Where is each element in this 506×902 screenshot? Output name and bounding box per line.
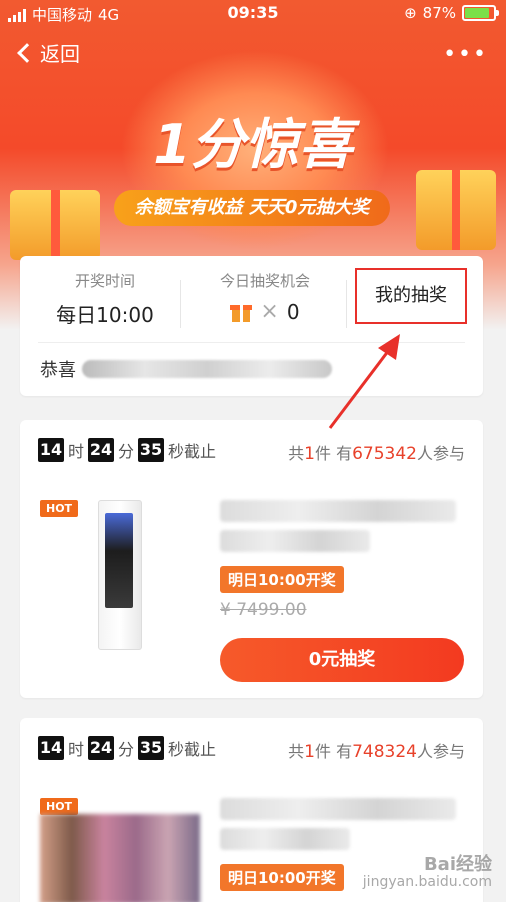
- participant-count: 共1件 有675342人参与: [288, 440, 465, 464]
- blurred-product-title: [220, 828, 350, 850]
- product-card[interactable]: 14 时 24 分 35 秒截止 共1件 有675342人参与 HOT 明日10…: [20, 420, 483, 698]
- countdown-hours: 14: [38, 438, 64, 462]
- seconds-label: 秒截止: [168, 442, 217, 461]
- join-suffix: 人参与: [416, 444, 465, 463]
- total-count: 1: [304, 444, 315, 464]
- countdown-seconds: 35: [138, 438, 165, 462]
- winner-ticker: 恭喜: [40, 356, 332, 382]
- hours-label: 时: [68, 740, 85, 759]
- draw-date-badge: 明日10:00开奖: [220, 566, 344, 593]
- draw-date-badge: 明日10:00开奖: [220, 864, 344, 891]
- product-image[interactable]: [40, 814, 200, 902]
- seconds-label: 秒截止: [168, 740, 217, 759]
- blurred-product-title: [220, 798, 456, 820]
- join-suffix: 人参与: [416, 742, 465, 761]
- countdown-hours: 14: [38, 736, 64, 760]
- back-label: 返回: [40, 42, 80, 66]
- watermark-brand: Bai经验: [423, 853, 492, 875]
- watermark-url: jingyan.baidu.com: [362, 873, 492, 890]
- join-prefix: 有: [336, 444, 353, 463]
- join-prefix: 有: [336, 742, 353, 761]
- chances-value: 0: [286, 299, 300, 324]
- blurred-winner-text: [82, 360, 332, 378]
- countdown-minutes: 24: [88, 438, 115, 462]
- congrats-label: 恭喜: [40, 360, 76, 381]
- original-price: ¥ 7499.00: [220, 600, 307, 620]
- join-count: 675342: [352, 444, 417, 464]
- rotation-lock-icon: ⊕: [404, 4, 417, 22]
- gift-icon: [230, 302, 253, 322]
- hero-title: 1分惊喜: [153, 113, 353, 176]
- draw-time-value: 每日10:00: [56, 303, 154, 327]
- minutes-label: 分: [118, 740, 135, 759]
- product-image[interactable]: [98, 500, 142, 650]
- countdown: 14 时 24 分 35 秒截止: [38, 438, 216, 462]
- annotation-arrow: [328, 334, 400, 429]
- my-lottery-button[interactable]: 我的抽奖: [355, 268, 467, 324]
- join-count: 748324: [352, 742, 417, 762]
- hero-subtitle: 余额宝有收益 天天0元抽大奖: [114, 190, 390, 226]
- divider: [346, 280, 347, 328]
- more-menu-button[interactable]: •••: [443, 42, 488, 67]
- watermark: Bai经验 jingyan.baidu.com: [362, 853, 492, 890]
- gift-box-decoration: [10, 190, 100, 260]
- free-draw-button[interactable]: 0元抽奖: [220, 638, 464, 682]
- total-count: 1: [304, 742, 315, 762]
- countdown-seconds: 35: [138, 736, 165, 760]
- total-unit: 件: [314, 444, 331, 463]
- gift-box-decoration: [416, 170, 496, 250]
- total-prefix: 共: [288, 444, 305, 463]
- blurred-product-title: [220, 530, 370, 552]
- total-prefix: 共: [288, 742, 305, 761]
- back-button[interactable]: 返回: [14, 38, 80, 67]
- battery-icon: [462, 5, 499, 21]
- countdown-minutes: 24: [88, 736, 115, 760]
- chances-label: 今日抽奖机会: [219, 272, 310, 290]
- battery-percent: 87%: [422, 4, 456, 22]
- total-unit: 件: [314, 742, 331, 761]
- hours-label: 时: [68, 442, 85, 461]
- chances: 今日抽奖机会 × 0: [190, 270, 340, 324]
- draw-time-label: 开奖时间: [74, 272, 135, 290]
- minutes-label: 分: [118, 442, 135, 461]
- lottery-info-card: 开奖时间 每日10:00 今日抽奖机会 × 0 我的抽奖 恭喜: [20, 256, 483, 396]
- hot-badge: HOT: [40, 500, 79, 517]
- blurred-product-title: [220, 500, 456, 522]
- status-bar: 中国移动 4G 09:35 ⊕ 87%: [0, 0, 506, 28]
- draw-time: 开奖时间 每日10:00: [40, 270, 170, 328]
- hot-badge: HOT: [40, 798, 79, 815]
- participant-count: 共1件 有748324人参与: [288, 738, 465, 762]
- chevron-left-icon: [17, 42, 37, 63]
- divider: [180, 280, 181, 328]
- countdown: 14 时 24 分 35 秒截止: [38, 736, 216, 760]
- times-sign: ×: [260, 299, 279, 324]
